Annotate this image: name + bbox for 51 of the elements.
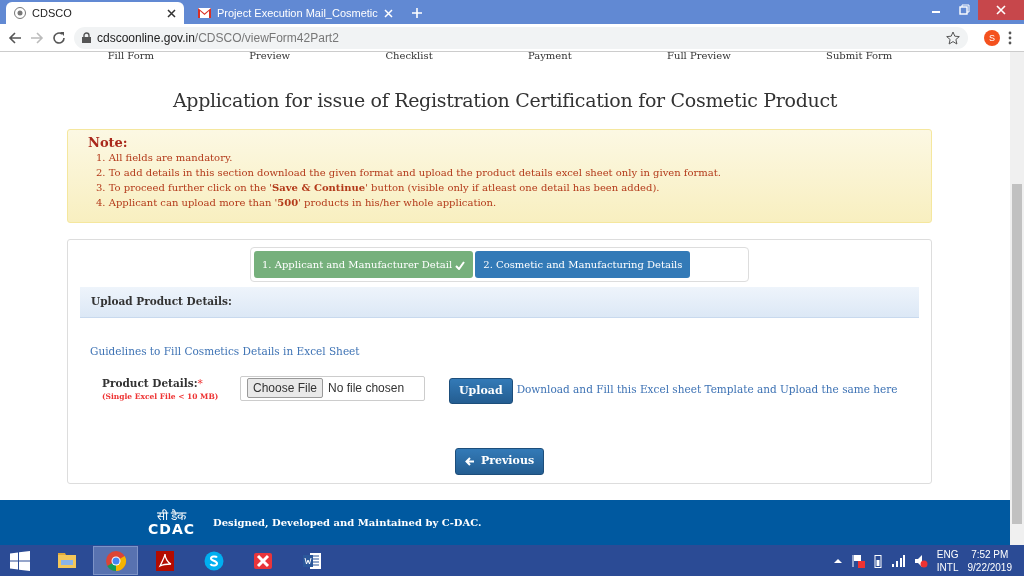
battery-icon[interactable] — [873, 553, 882, 568]
note-item: 2. To add details in this section download the given format and upload the product details excel sheet only in given format. — [95, 166, 722, 181]
address-bar[interactable]: cdscoonline.gov.in/CDSCO/viewForm42Part2 — [74, 26, 968, 49]
menu-icon[interactable] — [1008, 30, 1012, 45]
logo-text: सी डैक — [155, 509, 188, 523]
speaker-muted-icon[interactable] — [913, 553, 928, 568]
chat-app-icon — [202, 549, 225, 572]
pdf-icon — [153, 549, 176, 572]
flag-icon[interactable] — [850, 553, 865, 568]
field-label: Product Details:* — [102, 375, 204, 391]
previous-button[interactable]: Previous — [454, 448, 545, 475]
step-link[interactable]: Payment — [527, 52, 572, 64]
note-item: 3. To proceed further click on the 'Save & Continue' button (visible only if atleast one detail has been added). — [95, 181, 661, 196]
upload-button[interactable]: Upload — [449, 377, 513, 405]
chevron-up-icon[interactable] — [833, 557, 842, 564]
star-icon[interactable] — [946, 30, 960, 45]
lock-icon — [82, 32, 91, 43]
logo-text: CDAC — [148, 522, 195, 536]
step-link[interactable]: Fill Form — [107, 52, 155, 64]
arrow-left-icon — [464, 456, 475, 466]
step-link[interactable]: Submit Form — [826, 52, 893, 64]
reload-icon[interactable] — [52, 30, 66, 45]
tab-title: CDSCO — [32, 5, 73, 21]
mail-icon — [198, 8, 211, 18]
guidelines-link[interactable]: Guidelines to Fill Cosmetics Details in Excel Sheet — [90, 343, 909, 360]
scrollbar-thumb[interactable] — [1012, 184, 1022, 524]
wizard-step[interactable]: 2. Cosmetic and Manufacturing Details — [475, 251, 691, 279]
note-heading: Note: — [88, 134, 129, 151]
template-link[interactable]: Download and Fill this Excel sheet Template and Upload the same here — [516, 381, 898, 398]
signal-icon[interactable] — [890, 554, 905, 567]
step-link[interactable]: Checklist — [385, 52, 433, 64]
new-tab-icon[interactable] — [410, 7, 423, 19]
clock[interactable]: 7:52 PM 9/22/2019 — [967, 547, 1012, 574]
input-language[interactable]: ENG INTL — [936, 547, 959, 574]
step-link[interactable]: Full Preview — [667, 52, 731, 64]
close-icon[interactable] — [167, 8, 176, 18]
note-item: 4. Applicant can upload more than '500' products in his/her whole application. — [95, 196, 498, 211]
back-icon[interactable] — [8, 30, 22, 45]
emblem-icon — [14, 7, 26, 19]
step-link[interactable]: Preview — [249, 52, 291, 64]
page-title: Application for issue of Registration Certification for Cosmetic Product — [171, 88, 839, 113]
footer-text: Designed, Developed and Maintained by C-DAC. — [213, 516, 482, 530]
tab-title: Project Execution Mail_Cosmetic — [217, 5, 378, 21]
file-input[interactable]: Choose File No file chosen — [240, 375, 425, 401]
section-heading: Upload Product Details: — [80, 287, 919, 318]
browser-logo-icon — [104, 549, 127, 572]
url-text: cdscoonline.gov.in/CDSCO/viewForm42Part2 — [97, 29, 340, 47]
browser-tab[interactable]: CDSCO — [6, 2, 184, 24]
start-icon[interactable] — [10, 550, 30, 571]
check-icon — [455, 261, 466, 271]
note-item: 1. All fields are mandatory. — [95, 151, 234, 166]
